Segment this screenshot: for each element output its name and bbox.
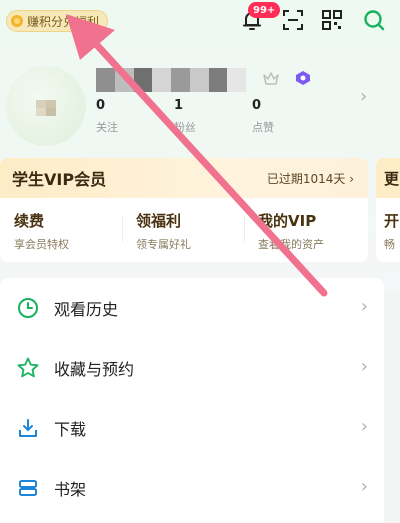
vip-expire-status[interactable]: 已过期1014天 ›	[267, 170, 354, 187]
notification-badge: 99+	[248, 2, 281, 18]
vip-benefits-title: 领福利	[136, 212, 182, 230]
menu-list: 观看历史 › 收藏与预约 › 下载 › 书架 ›	[0, 278, 384, 523]
menu-item-bookshelf[interactable]: 书架 ›	[0, 458, 384, 518]
chevron-right-icon: ›	[360, 416, 368, 437]
following-label: 关注	[96, 121, 118, 134]
menu-item-watch-history[interactable]: 观看历史 ›	[0, 278, 384, 338]
profile-chevron-icon[interactable]: ›	[360, 86, 367, 107]
menu-item-label: 收藏与预约	[54, 360, 135, 379]
vip-renew-button[interactable]: 续费 享会员特权	[0, 210, 122, 252]
followers-label: 粉丝	[174, 121, 196, 134]
bookshelf-icon	[19, 480, 37, 496]
qr-code-icon[interactable]	[320, 8, 344, 32]
star-icon	[17, 357, 39, 378]
secondary-card-head: 更	[376, 158, 400, 198]
clock-icon	[18, 298, 38, 318]
menu-item-download[interactable]: 下载 ›	[0, 398, 384, 458]
menu-item-label: 下载	[54, 420, 87, 439]
vip-level-icon[interactable]	[262, 70, 280, 86]
menu-item-label: 观看历史	[54, 300, 119, 319]
my-vip-title: 我的VIP	[258, 212, 317, 230]
search-icon[interactable]	[362, 8, 386, 32]
secondary-card-title: 开	[384, 212, 400, 230]
badge-icon[interactable]	[294, 70, 312, 86]
chevron-right-icon: ›	[360, 296, 368, 317]
vip-renew-subtitle: 享会员特权	[14, 238, 69, 251]
vip-header[interactable]: 学生VIP会员 已过期1014天 ›	[0, 158, 368, 198]
menu-item-favorites[interactable]: 收藏与预约 ›	[0, 338, 384, 398]
download-icon	[19, 419, 37, 437]
secondary-card[interactable]: 更 开 畅	[376, 158, 400, 262]
username-pixelated	[96, 68, 246, 92]
likes-count: 0	[252, 98, 262, 113]
scan-icon[interactable]	[281, 8, 305, 32]
earn-points-button[interactable]: 赚积分兑福利	[6, 10, 109, 32]
vip-card[interactable]: 学生VIP会员 已过期1014天 › 续费 享会员特权 领福利 领专属好礼 我的…	[0, 158, 368, 262]
chevron-right-icon: ›	[360, 476, 368, 497]
secondary-card-subtitle: 畅	[384, 238, 395, 251]
coin-icon	[11, 15, 23, 27]
my-vip-button[interactable]: 我的VIP 查看我的资产	[244, 210, 366, 252]
vip-benefits-subtitle: 领专属好礼	[136, 238, 191, 251]
vip-title: 学生VIP会员	[12, 170, 107, 189]
chevron-right-icon: ›	[360, 356, 368, 377]
earn-points-label: 赚积分兑福利	[27, 14, 100, 29]
likes-label: 点赞	[252, 121, 274, 134]
menu-item-label: 书架	[54, 480, 87, 499]
followers-count: 1	[174, 98, 184, 113]
likes-stat[interactable]: 0 点赞	[252, 98, 308, 135]
followers-stat[interactable]: 1 粉丝	[174, 98, 230, 135]
my-vip-subtitle: 查看我的资产	[258, 238, 324, 251]
following-stat[interactable]: 0 关注	[96, 98, 152, 135]
following-count: 0	[96, 98, 106, 113]
vip-benefits-button[interactable]: 领福利 领专属好礼	[122, 210, 244, 252]
vip-renew-title: 续费	[14, 212, 45, 230]
avatar[interactable]	[6, 66, 86, 146]
